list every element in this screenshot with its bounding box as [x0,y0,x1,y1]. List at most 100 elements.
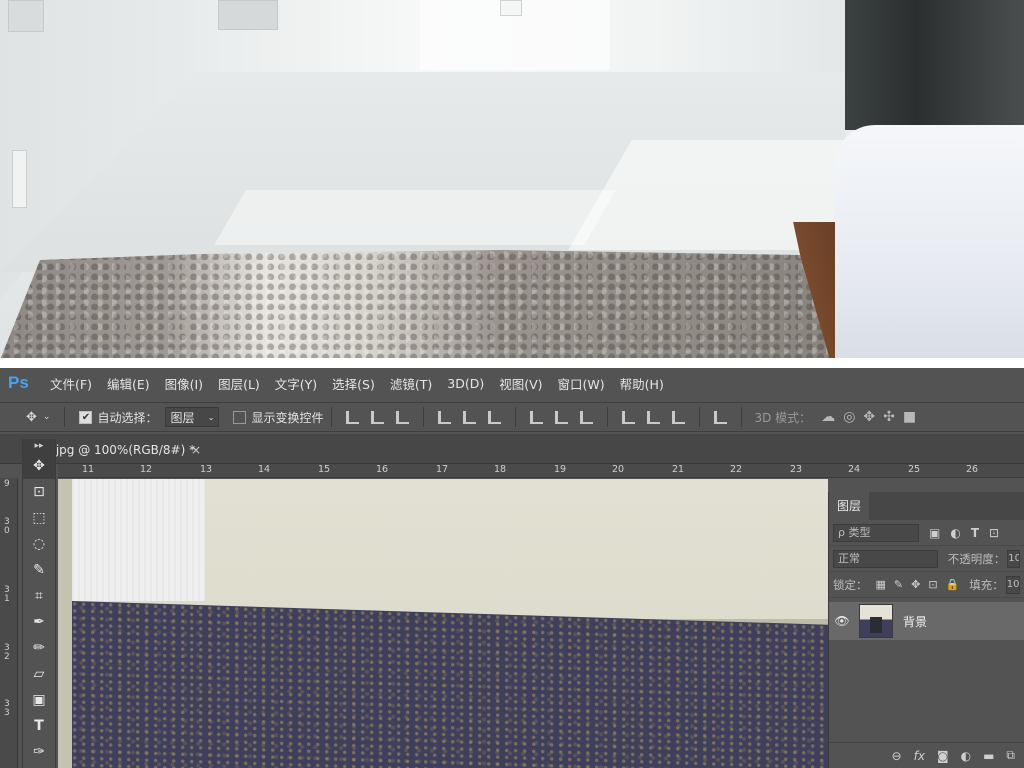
canvas-dark-texture [72,601,828,768]
auto-select-checkbox[interactable]: ✔ [79,410,93,424]
options-bar: ✥ ⌄ ✔ 自动选择： 图层 ⌄ 显示变换控件 3D 模式： ☁ ◎ ✥ ✣ ■ [0,402,1024,432]
align-vcenter-icon[interactable] [371,410,385,424]
ruler-label: 16 [376,464,389,475]
layers-panel: 图层 ρ 类型 ▣ ◐ T ⊡ 正常 不透明度： 10 锁定： ▦ ✎ ✥ ⊡ … [828,492,1024,768]
type-filter-icon[interactable]: T [971,526,979,540]
close-icon[interactable]: × [191,438,201,462]
photoshop-window: Ps 文件(F) 编辑(E) 图像(I) 图层(L) 文字(Y) 选择(S) 滤… [0,368,1024,768]
eyedropper-tool-icon[interactable]: ✒ [23,609,55,635]
opacity-field[interactable]: 10 [1007,549,1020,568]
layer-thumbnail [859,604,893,638]
lock-transparent-icon[interactable]: ▦ [876,578,886,591]
lock-artboard-icon[interactable]: ⊡ [928,578,937,591]
align-left-icon[interactable] [438,410,452,424]
menu-type[interactable]: 文字(Y) [275,374,317,393]
kind-filter-dropdown[interactable]: ρ 类型 [833,523,919,542]
type-tool-icon[interactable]: T [23,713,55,739]
new-layer-icon[interactable]: ⧉ [1006,748,1015,763]
eraser-tool-icon[interactable]: ▱ [23,661,55,687]
crop-tool-icon[interactable]: ⌗ [23,583,55,609]
ruler-label: 18 [494,464,507,475]
wall-vent [218,0,278,30]
document-tab[interactable]: .jpg @ 100%(RGB/8#) * [52,438,195,462]
ruler-label: 14 [258,464,271,475]
menu-file[interactable]: 文件(F) [50,374,92,393]
layers-panel-footer: ⊖ fx ◙ ◐ ▬ ⧉ [829,742,1024,768]
ruler-label: 17 [436,464,449,475]
menu-3d[interactable]: 3D(D) [447,376,484,391]
3d-rotate-icon[interactable]: ☁ [821,409,835,425]
show-transform-label: 显示变换控件 [251,410,324,425]
menu-layer[interactable]: 图层(L) [218,374,260,393]
image-filter-icon[interactable]: ▣ [929,526,940,540]
align-top-icon[interactable] [346,410,360,424]
3d-pan-icon[interactable]: ✥ [863,409,875,425]
move-tool-icon[interactable]: ✥ [23,453,55,479]
link-icon[interactable]: ⊖ [892,749,902,763]
pen-tool-icon[interactable]: ✑ [23,739,55,765]
divider [515,407,517,427]
distribute-top-icon[interactable] [530,410,544,424]
menu-view[interactable]: 视图(V) [499,374,542,393]
ruler-label: 23 [790,464,803,475]
show-transform-checkbox[interactable] [233,410,247,424]
lock-all-icon[interactable]: 🔒 [946,578,960,591]
3d-slide-icon[interactable]: ✣ [883,409,895,425]
vertical-ruler: 9 3 0 3 1 3 2 3 3 [0,478,18,768]
document-canvas[interactable] [58,479,828,768]
fill-field[interactable]: 10 [1005,575,1020,594]
blend-mode-dropdown[interactable]: 正常 [833,549,938,568]
lock-position-icon[interactable]: ✥ [911,578,920,591]
quick-select-tool-icon[interactable]: ✎ [23,557,55,583]
adjustment-layer-icon[interactable]: ◐ [961,749,971,763]
sunlight-patch [214,190,616,245]
layer-filter-row: ρ 类型 ▣ ◐ T ⊡ [829,520,1024,546]
toolbox-collapse-icon[interactable]: ▸▸ [23,439,55,453]
lock-pixels-icon[interactable]: ✎ [894,578,903,591]
distribute-bottom-icon[interactable] [580,410,594,424]
gradient-tool-icon[interactable]: ▣ [23,687,55,713]
eye-icon[interactable]: 👁 [829,614,855,628]
ruler-label: 20 [612,464,625,475]
shape-filter-icon[interactable]: ⊡ [989,526,999,540]
brush-tool-icon[interactable]: ✏ [23,635,55,661]
menu-window[interactable]: 窗口(W) [558,374,605,393]
distribute-hcenter-icon[interactable] [647,410,661,424]
divider [64,407,66,427]
chevron-down-icon[interactable]: ⌄ [43,412,51,422]
artboard-tool-icon[interactable]: ⊡ [23,479,55,505]
menu-image[interactable]: 图像(I) [165,374,203,393]
menu-edit[interactable]: 编辑(E) [107,374,150,393]
wall-outlet [500,0,522,16]
distribute-left-icon[interactable] [622,410,636,424]
align-bottom-icon[interactable] [396,410,410,424]
panel-tab-bar: 图层 [829,492,1024,520]
3d-roll-icon[interactable]: ◎ [843,409,855,425]
fx-icon[interactable]: fx [914,749,925,763]
menu-filter[interactable]: 滤镜(T) [390,374,432,393]
tab-layers[interactable]: 图层 [829,492,870,520]
mask-icon[interactable]: ◙ [937,749,949,763]
auto-select-target-dropdown[interactable]: 图层 ⌄ [165,407,220,427]
3d-scale-icon[interactable]: ■ [903,409,916,425]
layer-row[interactable]: 👁 背景 [829,602,1024,640]
ruler-label: 25 [908,464,921,475]
divider [607,407,609,427]
align-right-icon[interactable] [488,410,502,424]
move-icon[interactable]: ✥ [26,410,37,425]
auto-align-icon[interactable] [714,410,728,424]
distribute-right-icon[interactable] [672,410,686,424]
ruler-label: 3 2 [4,643,10,662]
adjustment-filter-icon[interactable]: ◐ [950,526,960,540]
group-folder-icon[interactable]: ▬ [983,749,994,763]
distribute-vcenter-icon[interactable] [555,410,569,424]
marquee-tool-icon[interactable]: ⬚ [23,505,55,531]
menu-help[interactable]: 帮助(H) [620,374,664,393]
lasso-tool-icon[interactable]: ◌ [23,531,55,557]
menu-select[interactable]: 选择(S) [332,374,375,393]
align-hcenter-icon[interactable] [463,410,477,424]
layer-name: 背景 [903,614,928,629]
horizontal-ruler: 11 12 13 14 15 16 17 18 19 20 21 22 23 2… [58,464,1024,478]
ruler-label: 15 [318,464,331,475]
divider [423,407,425,427]
